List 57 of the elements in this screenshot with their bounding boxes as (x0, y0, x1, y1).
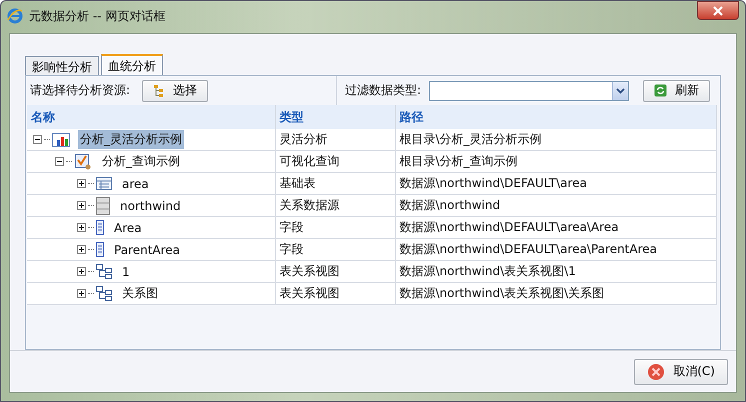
document-check-icon (74, 152, 92, 170)
table-cell: 关系数据源 (280, 198, 340, 212)
column-header[interactable]: 名称 (27, 105, 275, 129)
table-cell: 根目录\分析_灵活分析示例 (400, 132, 542, 146)
table-cell: 表关系视图 (280, 264, 340, 278)
table-cell: 数据源\northwind\DEFAULT\area (400, 176, 587, 190)
table-cell: 字段 (280, 220, 304, 234)
table-cell: 数据源\northwind\表关系视图\关系图 (400, 286, 604, 300)
tree-node[interactable]: 分析_灵活分析示例 (78, 130, 184, 149)
expand-toggle[interactable] (77, 245, 86, 254)
table-cell: 表关系视图 (280, 286, 340, 300)
close-button[interactable] (697, 1, 739, 20)
expand-toggle[interactable] (77, 267, 86, 276)
filter-dropdown[interactable] (429, 80, 630, 100)
expand-toggle[interactable] (77, 201, 86, 210)
cancel-button[interactable]: 取消(C) (634, 358, 728, 384)
tree-node[interactable]: area (120, 176, 151, 192)
column-header[interactable]: 类型 (275, 105, 395, 129)
browser-icon (7, 8, 23, 24)
field-icon (96, 242, 104, 257)
table-cell: 可视化查询 (280, 154, 340, 168)
expand-toggle[interactable] (77, 223, 86, 232)
bar-chart-icon (52, 132, 70, 148)
collapse-toggle[interactable] (55, 157, 64, 166)
refresh-icon (654, 84, 668, 97)
window-title: 元数据分析 -- 网页对话框 (29, 8, 166, 24)
table-cell: 基础表 (280, 176, 316, 190)
tab[interactable]: 影响性分析 (25, 56, 99, 75)
table-cell: 数据源\northwind\DEFAULT\area\ParentArea (400, 242, 658, 256)
tree-node[interactable]: ParentArea (112, 242, 182, 258)
table-cell: 数据源\northwind (400, 198, 500, 212)
tree-node[interactable]: 分析_查询示例 (100, 152, 182, 171)
table-icon (96, 177, 112, 190)
expand-toggle[interactable] (77, 289, 86, 298)
table-cell: 数据源\northwind\表关系视图\1 (400, 264, 576, 278)
table-cell: 灵活分析 (280, 132, 328, 146)
tree-node[interactable]: 1 (120, 264, 132, 280)
collapse-toggle[interactable] (33, 135, 42, 144)
tree-node[interactable]: northwind (118, 198, 183, 214)
table-cell: 根目录\分析_查询示例 (400, 154, 518, 168)
refresh-button[interactable]: 刷新 (643, 80, 710, 102)
close-icon (712, 6, 724, 16)
tree-icon (153, 84, 166, 98)
diagram-icon (96, 264, 112, 279)
table-cell: 数据源\northwind\DEFAULT\area\Area (400, 220, 619, 234)
column-header[interactable]: 路径 (395, 105, 716, 129)
table-cell: 字段 (280, 242, 304, 256)
select-button[interactable]: 选择 (142, 80, 208, 102)
tree-node[interactable]: 关系图 (120, 284, 160, 303)
filter-label: 过滤数据类型: (345, 82, 422, 99)
source-label: 请选择待分析资源: (30, 82, 130, 99)
tab[interactable]: 血统分析 (101, 54, 163, 75)
field-icon (96, 220, 104, 235)
tree-node[interactable]: Area (112, 220, 144, 236)
expand-toggle[interactable] (77, 179, 86, 188)
diagram-icon (96, 286, 112, 301)
close-icon (647, 362, 666, 380)
